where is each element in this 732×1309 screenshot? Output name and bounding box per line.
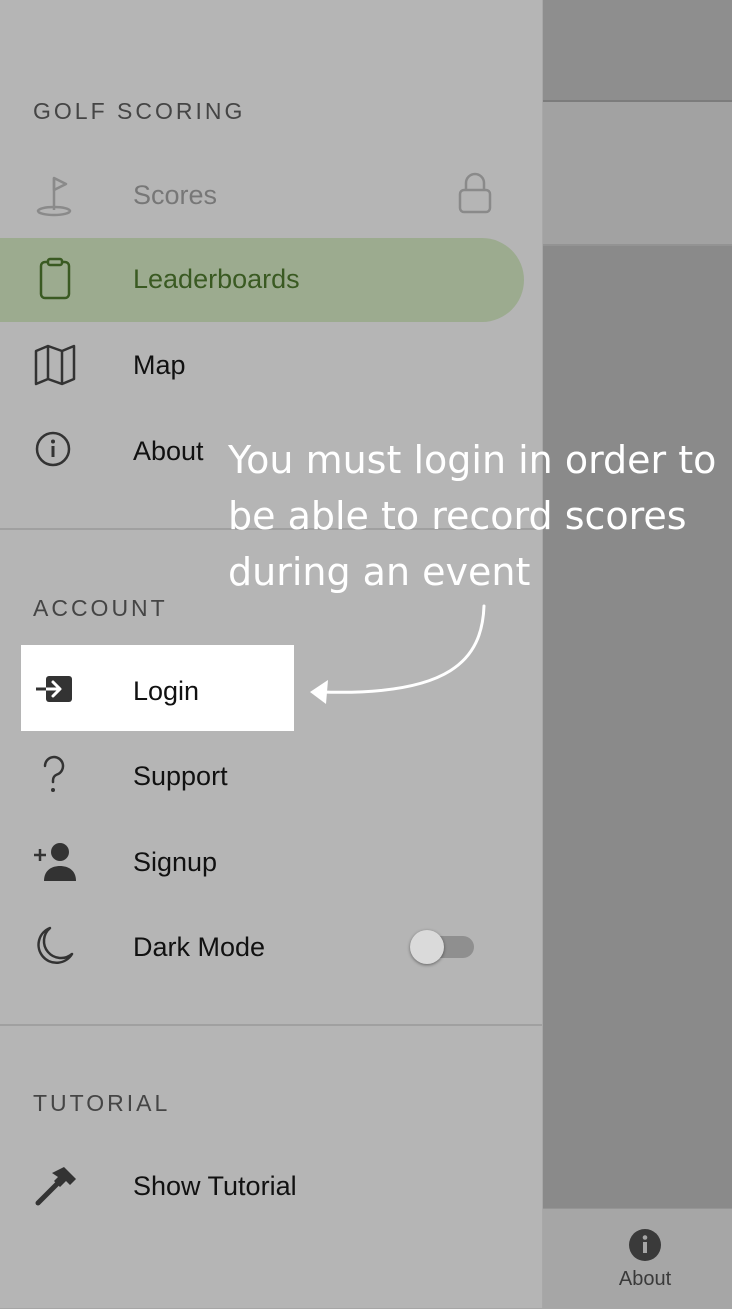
tab-about-label: About xyxy=(618,1268,672,1290)
tutorial-annotation: You must login in order to be able to re… xyxy=(228,432,728,600)
drawer-item-label: Scores xyxy=(133,180,218,210)
hammer-icon xyxy=(35,1167,76,1206)
toggle-knob xyxy=(410,930,444,964)
curved-arrow-icon xyxy=(310,604,486,704)
moon-icon xyxy=(37,926,74,964)
golf-flag-icon xyxy=(36,176,72,217)
section-title-golf-scoring: GOLF SCORING xyxy=(33,98,246,124)
question-icon xyxy=(43,755,65,792)
drawer-item-scores[interactable]: Scores xyxy=(0,154,542,238)
drawer-item-show-tutorial[interactable]: Show Tutorial xyxy=(0,1145,542,1229)
drawer-item-label: Dark Mode xyxy=(133,932,266,962)
annotation-line: be able to record scores xyxy=(228,494,687,538)
drawer-item-label: Map xyxy=(133,350,186,380)
drawer-item-label: Support xyxy=(133,761,228,791)
drawer-item-label: Login xyxy=(133,676,200,706)
map-icon xyxy=(34,344,76,386)
drawer-item-support[interactable]: Support xyxy=(0,735,542,819)
tab-about[interactable]: About xyxy=(600,1228,690,1298)
drawer-item-label: Signup xyxy=(133,847,218,877)
lock-icon xyxy=(458,172,492,214)
drawer-item-leaderboards[interactable]: Leaderboards xyxy=(0,238,524,322)
section-title-tutorial: TUTORIAL xyxy=(33,1090,171,1116)
drawer-item-label: Show Tutorial xyxy=(133,1171,297,1201)
clipboard-icon xyxy=(39,257,71,300)
dark-mode-toggle[interactable] xyxy=(410,930,476,964)
annotation-line: during an event xyxy=(228,550,531,594)
info-filled-icon xyxy=(629,1229,661,1261)
section-divider xyxy=(0,1024,542,1026)
add-person-icon xyxy=(34,843,76,881)
login-icon xyxy=(36,676,72,702)
drawer-item-signup[interactable]: Signup xyxy=(0,821,542,905)
drawer-item-label: About xyxy=(133,436,204,466)
drawer-item-label: Leaderboards xyxy=(133,264,300,294)
section-title-account: ACCOUNT xyxy=(33,595,168,621)
info-icon xyxy=(35,431,71,467)
drawer-item-map[interactable]: Map xyxy=(0,324,542,408)
annotation-line: You must login in order to xyxy=(228,438,717,482)
